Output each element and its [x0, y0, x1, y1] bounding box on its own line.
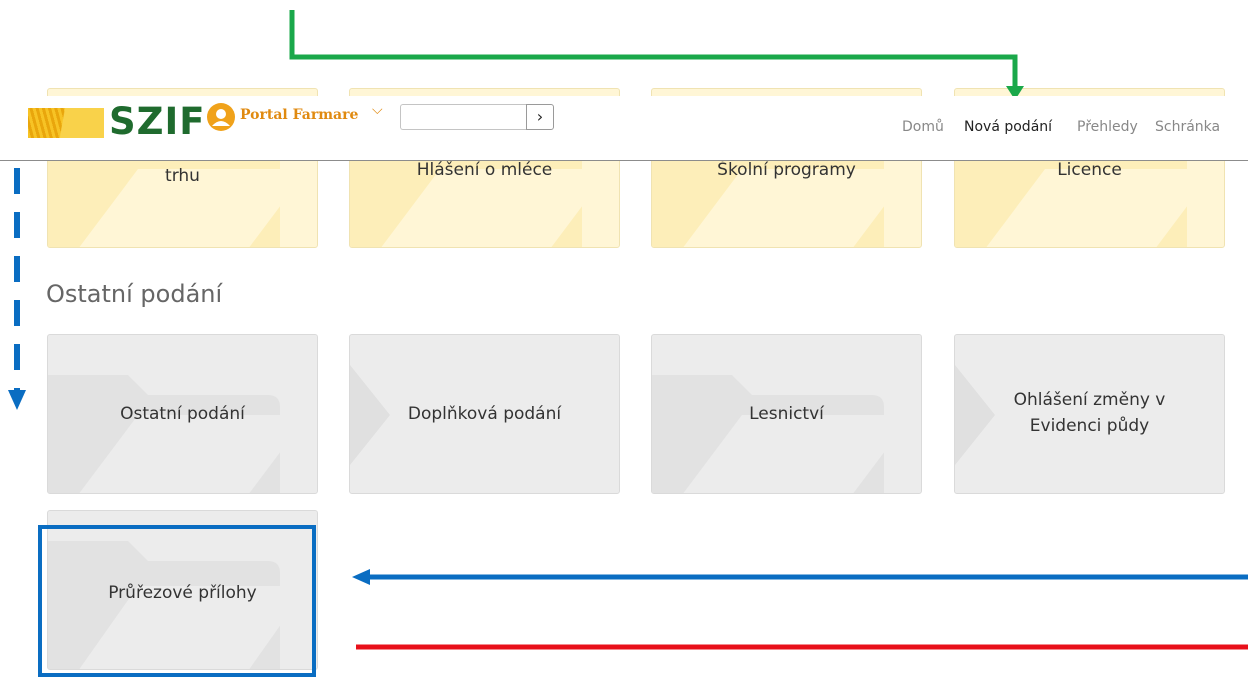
blue-arrow-annotation	[352, 569, 1248, 585]
nav-schranka[interactable]: Schránka	[1155, 119, 1220, 135]
nav-prehledy[interactable]: Přehledy	[1077, 119, 1138, 135]
szif-logo-fields-icon	[28, 108, 104, 138]
logo-text: SZIF	[109, 100, 206, 143]
search-submit-button[interactable]: ›	[526, 104, 554, 130]
portal-label[interactable]: Portal Farmare	[240, 107, 358, 123]
user-icon[interactable]	[207, 103, 235, 131]
nav-nova-podani[interactable]: Nová podání	[964, 119, 1052, 135]
nav-domu[interactable]: Domů	[902, 119, 944, 135]
search-input[interactable]	[400, 104, 526, 130]
top-header: SZIF Portal Farmare ⌵ › Domů Nová podání…	[0, 96, 1248, 161]
blue-highlight-box	[38, 525, 316, 677]
chevron-down-icon[interactable]: ⌵	[372, 102, 383, 118]
blue-dashed-arrow-annotation	[8, 168, 26, 410]
green-arrow-annotation	[289, 10, 1024, 100]
